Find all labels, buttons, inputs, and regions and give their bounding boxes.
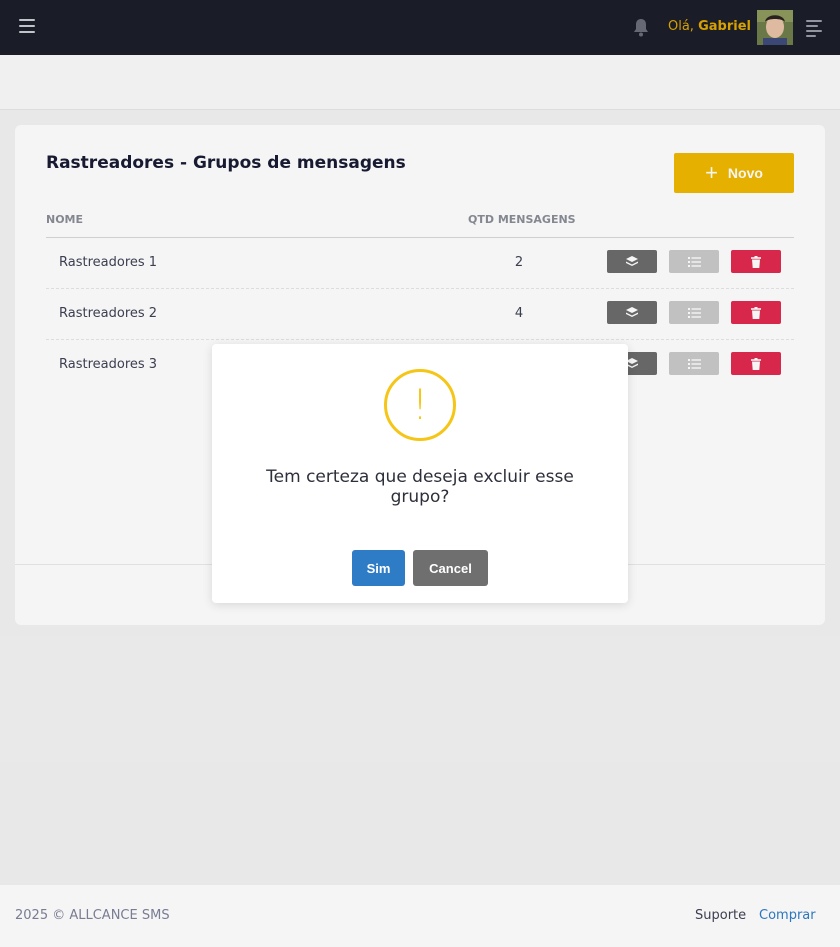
warning-icon-glyph: ! — [411, 380, 429, 429]
confirm-button[interactable]: Sim — [352, 550, 405, 586]
dialog-message: Tem certeza que deseja excluir esse grup… — [266, 467, 574, 507]
confirm-delete-dialog: ! Tem certeza que deseja excluir esse gr… — [212, 344, 628, 603]
warning-icon: ! — [384, 369, 456, 441]
cancel-button[interactable]: Cancel — [413, 550, 488, 586]
